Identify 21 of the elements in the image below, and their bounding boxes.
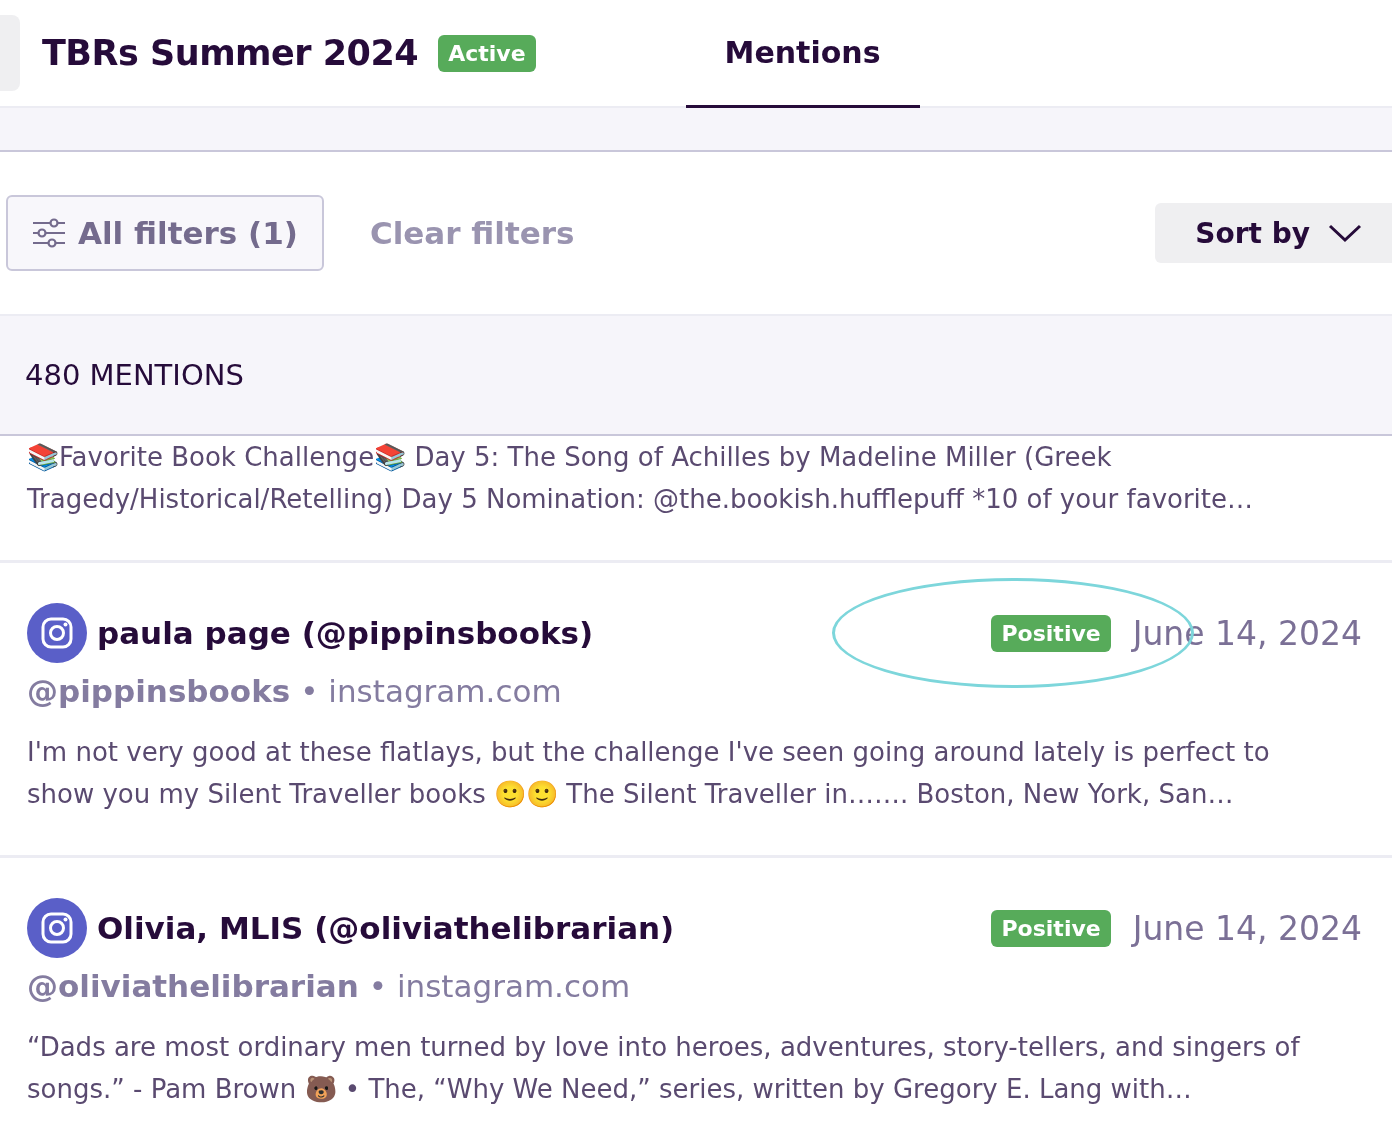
- sort-dropdown[interactable]: Sort by: [1155, 203, 1392, 263]
- status-badge: Active: [438, 34, 536, 72]
- sliders-icon: [32, 218, 66, 248]
- instagram-icon: [27, 898, 87, 958]
- post-date: June 14, 2024: [1132, 908, 1362, 948]
- sentiment-badge: Positive: [991, 909, 1111, 947]
- sentiment-badge: Positive: [991, 614, 1111, 652]
- author-name[interactable]: paula page (@pippinsbooks): [97, 615, 594, 651]
- instagram-icon: [27, 603, 87, 663]
- mentions-count: 480 MENTIONS: [0, 314, 1392, 436]
- author-handle: @oliviathelibrarian: [27, 968, 359, 1004]
- source-domain: • instagram.com: [368, 968, 631, 1004]
- campaign-title: TBRs Summer 2024: [42, 33, 419, 73]
- author-name[interactable]: Olivia, MLIS (@oliviathelibrarian): [97, 910, 675, 946]
- source-domain: • instagram.com: [300, 673, 562, 709]
- author-handle: @pippinsbooks: [27, 673, 291, 709]
- mention-text: I'm not very good at these flatlays, but the challenge I've seen going around lately is perfect to show you my Silent Traveller books 🙂🙂 The Silent Traveller in……. Boston, New York, San…: [27, 736, 1271, 811]
- mention-text: “Dads are most ordinary men turned by love into heroes, adventures, story-tellers, and singers of songs.” - Pam Brown 🐻 • The, “Why We Need,” series, written by Gregory E. Lang with…: [27, 1031, 1302, 1106]
- all-filters-button[interactable]: All filters (1): [6, 195, 324, 271]
- mention-text: 📚Favorite Book Challenge📚 Day 5: The Song of Achilles by Madeline Miller (Greek Tragedy/Historical/Retelling) Day 5 Nomination: @the.bookish.hufflepuff *10 of your favorite…: [27, 441, 1255, 516]
- chevron-down-icon: [1328, 223, 1362, 243]
